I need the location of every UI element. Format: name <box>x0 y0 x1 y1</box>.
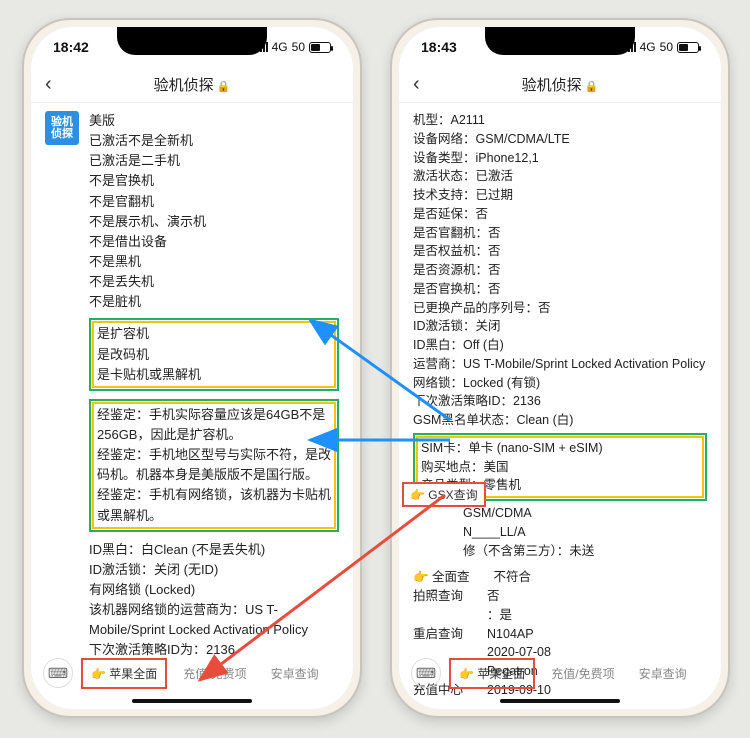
screen: 18:43 4G 50 ‹ 验机侦探🔒 机型：A2111 设备网络：GSM/CD… <box>399 27 721 709</box>
tab-apple-full[interactable]: 👉 苹果全面 <box>81 658 167 689</box>
kv-row: 拍照查询否 ：是 <box>413 587 707 625</box>
hl-line: 产品类型：零售机 <box>421 476 699 495</box>
content-left[interactable]: 验机 侦探 美版 已激活不是全新机 已激活是二手机 不是官换机 不是官翻机 不是… <box>31 103 353 663</box>
line: 不是黑机 <box>89 252 339 272</box>
line: 是否权益机：否 <box>413 242 707 261</box>
lock-icon: 🔒 <box>585 81 599 93</box>
hl-line: SIM卡：单卡 (nano-SIM + eSIM) <box>421 439 699 458</box>
app-avatar: 验机 侦探 <box>45 111 79 145</box>
line: 是否延保：否 <box>413 205 707 224</box>
line: ID激活锁：关闭 <box>413 317 707 336</box>
line: ID黑白：Off (白) <box>413 336 707 355</box>
line: GSM黑名单状态：Clean (白) <box>413 411 707 430</box>
message-block: 美版 已激活不是全新机 已激活是二手机 不是官换机 不是官翻机 不是展示机、演示… <box>89 111 339 661</box>
back-button[interactable]: ‹ <box>45 73 52 96</box>
hl-line: 经鉴定：手机地区型号与实际不符，是改码机。机器本身是美版版不是国行版。 <box>97 445 331 485</box>
kv-row: 👉 全面查不符合 <box>413 568 707 587</box>
battery-pct: 50 <box>292 40 305 54</box>
hl-line: 是改码机 <box>97 345 331 365</box>
network-label: 4G <box>272 40 288 54</box>
tab-recharge[interactable]: 充值/免费项 <box>543 660 622 687</box>
nav-bar: ‹ 验机侦探🔒 <box>399 67 721 103</box>
network-label: 4G <box>640 40 656 54</box>
line: 不是官换机 <box>89 171 339 191</box>
line: 不是借出设备 <box>89 232 339 252</box>
lock-icon: 🔒 <box>217 81 231 93</box>
home-indicator[interactable] <box>132 699 252 703</box>
content-right[interactable]: 机型：A2111 设备网络：GSM/CDMA/LTE 设备类型：iPhone12… <box>399 103 721 663</box>
tab-recharge[interactable]: 充值/免费项 <box>175 660 254 687</box>
keyboard-button[interactable]: ⌨ <box>43 658 73 688</box>
line: 不是丢失机 <box>89 272 339 292</box>
tab-android[interactable]: 安卓查询 <box>631 660 695 687</box>
hl-line: 是扩容机 <box>97 324 331 344</box>
notch <box>117 27 267 55</box>
tail-line: 有网络锁 (Locked) <box>89 580 339 600</box>
screen: 18:42 4G 50 ‹ 验机侦探🔒 验机 侦探 美版 已激活不是全新机 已激… <box>31 27 353 709</box>
after-line: GSM/CDMA <box>413 504 707 523</box>
page-title: 验机侦探🔒 <box>154 74 231 95</box>
after-line: N____LL/A <box>413 523 707 542</box>
tail-line: ID黑白：白Clean (不是丢失机) <box>89 540 339 560</box>
page-title: 验机侦探🔒 <box>522 74 599 95</box>
status-right: 4G 50 <box>257 40 331 54</box>
hl-line: 经鉴定：手机有网络锁，该机器为卡贴机或黑解机。 <box>97 485 331 525</box>
line: 下次激活策略ID：2136 <box>413 392 707 411</box>
line: 是否官换机：否 <box>413 280 707 299</box>
hl-line: 购买地点：美国 <box>421 458 699 477</box>
line: 不是展示机、演示机 <box>89 212 339 232</box>
line: 网络锁：Locked (有锁) <box>413 374 707 393</box>
tail-line: 该机器网络锁的运营商为：US T-Mobile/Sprint Locked Ac… <box>89 600 339 640</box>
line: 设备类型：iPhone12,1 <box>413 149 707 168</box>
tail-line: ID激活锁：关闭 (无ID) <box>89 560 339 580</box>
clock: 18:43 <box>421 39 457 55</box>
header-line: 美版 <box>89 111 339 131</box>
line: 是否资源机：否 <box>413 261 707 280</box>
line: 已激活不是全新机 <box>89 131 339 151</box>
tab-apple-full[interactable]: 👉 苹果全面 <box>449 658 535 689</box>
hl-line: 经鉴定：手机实际容量应该是64GB不是256GB，因此是扩容机。 <box>97 405 331 445</box>
tab-android[interactable]: 安卓查询 <box>263 660 327 687</box>
hl-line: 是卡贴机或黑解机 <box>97 365 331 385</box>
line: 已激活是二手机 <box>89 151 339 171</box>
line: 不是官翻机 <box>89 192 339 212</box>
phone-left: 18:42 4G 50 ‹ 验机侦探🔒 验机 侦探 美版 已激活不是全新机 已激… <box>22 18 362 718</box>
line: 是否官翻机：否 <box>413 224 707 243</box>
battery-pct: 50 <box>660 40 673 54</box>
highlight-box-2: 经鉴定：手机实际容量应该是64GB不是256GB，因此是扩容机。 经鉴定：手机地… <box>89 399 339 532</box>
status-right: 4G 50 <box>625 40 699 54</box>
message-block: 机型：A2111 设备网络：GSM/CDMA/LTE 设备类型：iPhone12… <box>413 111 707 700</box>
back-button[interactable]: ‹ <box>413 73 420 96</box>
line: 运营商：US T-Mobile/Sprint Locked Activation… <box>413 355 707 374</box>
keyboard-button[interactable]: ⌨ <box>411 658 441 688</box>
line: 机型：A2111 <box>413 111 707 130</box>
line: 不是脏机 <box>89 292 339 312</box>
clock: 18:42 <box>53 39 89 55</box>
notch <box>485 27 635 55</box>
after-line: 修（不含第三方）：未送 <box>413 542 707 561</box>
line: 激活状态：已激活 <box>413 167 707 186</box>
battery-icon <box>677 42 699 53</box>
line: 设备网络：GSM/CDMA/LTE <box>413 130 707 149</box>
home-indicator[interactable] <box>500 699 620 703</box>
nav-bar: ‹ 验机侦探🔒 <box>31 67 353 103</box>
line: 技术支持：已过期 <box>413 186 707 205</box>
highlight-box-1: 是扩容机 是改码机 是卡贴机或黑解机 <box>89 318 339 390</box>
phone-right: 18:43 4G 50 ‹ 验机侦探🔒 机型：A2111 设备网络：GSM/CD… <box>390 18 730 718</box>
bottom-tabs: ⌨ 👉 苹果全面 充值/免费项 安卓查询 <box>411 653 709 693</box>
line: 已更换产品的序列号：否 <box>413 299 707 318</box>
battery-icon <box>309 42 331 53</box>
bottom-tabs: ⌨ 👉 苹果全面 充值/免费项 安卓查询 <box>43 653 341 693</box>
highlight-box-right: SIM卡：单卡 (nano-SIM + eSIM) 购买地点：美国 产品类型：零… <box>413 433 707 501</box>
